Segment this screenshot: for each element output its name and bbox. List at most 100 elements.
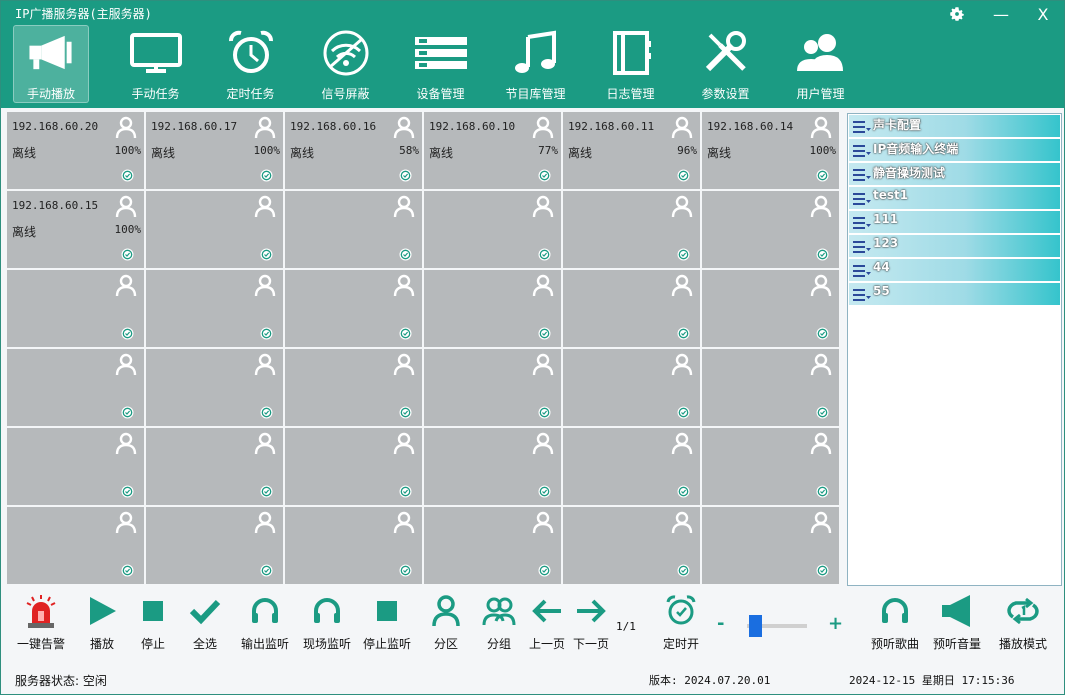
nav-parameter-settings[interactable]: 参数设置 (678, 25, 773, 103)
terminal-cell[interactable]: 192.168.60.15 离线 100% (7, 191, 144, 268)
stop-monitor-button[interactable]: 停止监听 (363, 593, 411, 652)
menu-dropdown-icon[interactable] (853, 216, 871, 230)
settings-gear-icon[interactable] (945, 5, 969, 29)
terminal-cell[interactable] (285, 191, 422, 268)
group-list-item[interactable]: 静音操场测试 (849, 163, 1060, 186)
timer-on-label: 定时开 (663, 637, 700, 651)
one-key-alarm-button[interactable]: 一键告警 (17, 593, 65, 652)
group-button[interactable]: 分组 (482, 593, 516, 652)
output-monitor-label: 输出监听 (241, 637, 290, 651)
select-all-button[interactable]: 全选 (188, 593, 222, 652)
terminal-cell[interactable] (563, 349, 700, 426)
stop-icon (377, 601, 397, 621)
terminal-cell[interactable] (424, 428, 561, 505)
volume-minus-button[interactable]: - (717, 613, 724, 634)
terminal-cell[interactable] (7, 349, 144, 426)
user-icon (392, 115, 416, 139)
nav-device-management[interactable]: 设备管理 (393, 25, 488, 103)
terminal-cell[interactable]: 192.168.60.10 离线 77% (424, 112, 561, 189)
zone-button[interactable]: 分区 (429, 593, 463, 652)
terminal-cell[interactable]: 192.168.60.11 离线 96% (563, 112, 700, 189)
terminal-cell[interactable] (563, 428, 700, 505)
live-monitor-button[interactable]: 现场监听 (303, 593, 351, 652)
terminal-cell[interactable] (563, 191, 700, 268)
terminal-cell[interactable] (285, 349, 422, 426)
group-list-item[interactable]: 声卡配置 (849, 115, 1060, 138)
volume-plus-button[interactable]: + (828, 613, 843, 634)
output-monitor-button[interactable]: 输出监听 (241, 593, 289, 652)
status-ok-icon (399, 169, 412, 182)
terminal-cell[interactable] (146, 270, 283, 347)
group-label: 44 (873, 260, 890, 274)
next-page-button[interactable]: 下一页 (573, 593, 609, 652)
group-label: 123 (873, 236, 899, 250)
terminal-cell[interactable] (563, 270, 700, 347)
volume-slider-thumb[interactable] (749, 615, 763, 637)
nav-user-management[interactable]: 用户管理 (773, 25, 868, 103)
terminal-cell[interactable] (285, 270, 422, 347)
nav-manual-play[interactable]: 手动播放 (13, 25, 89, 103)
terminal-cell[interactable] (424, 349, 561, 426)
terminal-cell[interactable] (563, 507, 700, 584)
group-label: 分组 (486, 637, 511, 651)
terminal-cell[interactable] (702, 507, 839, 584)
menu-dropdown-icon[interactable] (853, 120, 871, 134)
terminal-cell[interactable] (7, 270, 144, 347)
menu-dropdown-icon[interactable] (853, 264, 871, 278)
terminal-cell[interactable] (146, 428, 283, 505)
prev-page-button[interactable]: 上一页 (529, 593, 565, 652)
preview-song-button[interactable]: 预听歌曲 (871, 593, 919, 652)
nav-timed-task[interactable]: 定时任务 (203, 25, 298, 103)
terminal-cell[interactable] (146, 507, 283, 584)
terminal-cell[interactable]: 192.168.60.20 离线 100% (7, 112, 144, 189)
alarm-siren-icon (26, 595, 56, 628)
group-list-item[interactable]: 111 (849, 211, 1060, 234)
stop-button[interactable]: 停止 (136, 593, 170, 652)
status-ok-icon (538, 327, 551, 340)
group-list-item[interactable]: IP音频输入终端 (849, 139, 1060, 162)
terminal-status: 离线 (568, 146, 593, 160)
speaker-icon (942, 595, 970, 627)
menu-dropdown-icon[interactable] (853, 144, 871, 158)
status-ok-icon (399, 485, 412, 498)
close-button[interactable]: X (1031, 5, 1055, 29)
nav-log-management[interactable]: 日志管理 (583, 25, 678, 103)
terminal-cell[interactable] (7, 428, 144, 505)
terminal-cell[interactable]: 192.168.60.17 离线 100% (146, 112, 283, 189)
terminal-cell[interactable] (146, 349, 283, 426)
terminal-grid: 192.168.60.20 离线 100% 192.168.60.17 离线 100% 19… (7, 112, 840, 586)
terminal-cell[interactable] (424, 507, 561, 584)
menu-dropdown-icon[interactable] (853, 288, 871, 302)
terminal-cell[interactable] (7, 507, 144, 584)
group-list-item[interactable]: 55 (849, 283, 1060, 306)
terminal-cell[interactable] (424, 270, 561, 347)
play-button[interactable]: 播放 (85, 593, 119, 652)
group-label: test1 (873, 188, 909, 202)
bottom-toolbar: 一键告警 播放 停止 全选 输出监听 现场监听 停止监听 分区 分组 上一页 下… (1, 593, 1064, 663)
terminal-cell[interactable] (285, 428, 422, 505)
group-list-item[interactable]: 44 (849, 259, 1060, 282)
menu-dropdown-icon[interactable] (853, 168, 871, 182)
terminal-cell[interactable] (702, 349, 839, 426)
menu-dropdown-icon[interactable] (853, 240, 871, 254)
terminal-cell[interactable]: 192.168.60.14 离线 100% (702, 112, 839, 189)
terminal-cell[interactable] (702, 191, 839, 268)
play-label: 播放 (89, 637, 114, 651)
terminal-cell[interactable]: 192.168.60.16 离线 58% (285, 112, 422, 189)
group-list-item[interactable]: 123 (849, 235, 1060, 258)
terminal-cell[interactable] (285, 507, 422, 584)
terminal-cell[interactable] (424, 191, 561, 268)
timer-on-button[interactable]: 定时开 (663, 593, 699, 652)
user-icon (531, 194, 555, 218)
terminal-cell[interactable] (146, 191, 283, 268)
terminal-cell[interactable] (702, 428, 839, 505)
group-list-item[interactable]: test1 (849, 187, 1060, 210)
nav-manual-task[interactable]: 手动任务 (108, 25, 203, 103)
minimize-button[interactable]: — (989, 5, 1013, 29)
nav-program-library[interactable]: 节目库管理 (488, 25, 583, 103)
preview-volume-button[interactable]: 预听音量 (933, 593, 981, 652)
play-mode-button[interactable]: 播放模式 (999, 593, 1047, 652)
menu-dropdown-icon[interactable] (853, 192, 871, 206)
terminal-cell[interactable] (702, 270, 839, 347)
nav-signal-block[interactable]: 信号屏蔽 (298, 25, 393, 103)
